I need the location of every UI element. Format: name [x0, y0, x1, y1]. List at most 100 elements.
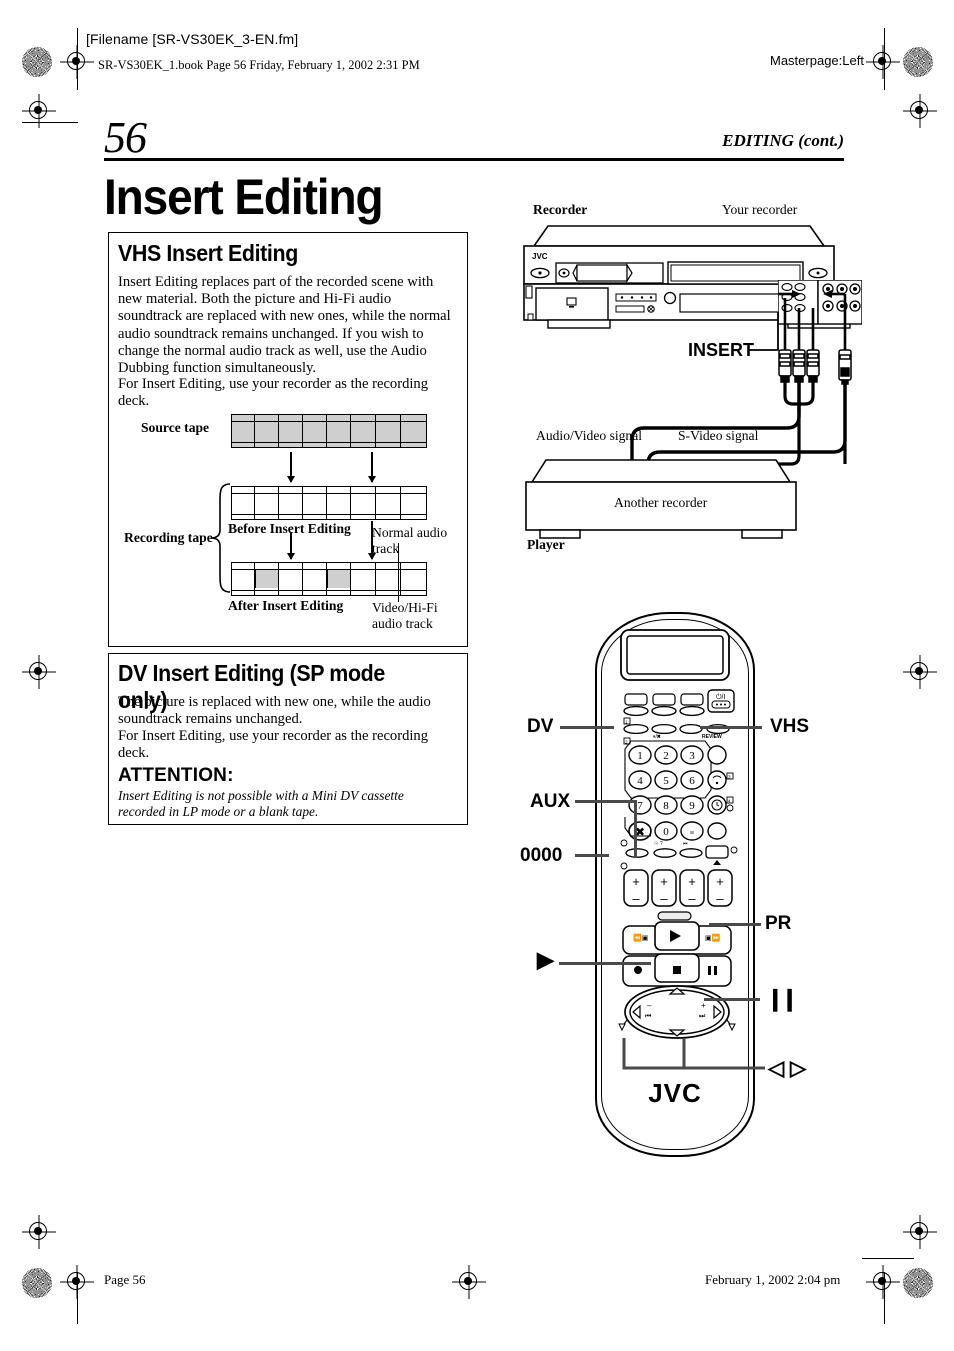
svg-text:REVIEW: REVIEW: [702, 734, 722, 740]
running-head: EDITING (cont.): [722, 131, 844, 150]
svg-text:⏸/✖: ⏸/✖: [653, 734, 661, 740]
svg-text:2: 2: [663, 750, 669, 762]
svg-text:3: 3: [728, 774, 731, 779]
vhs-leader-line: [700, 726, 762, 729]
svg-text:1: 1: [637, 750, 643, 762]
video-hifi-track-label: Video/Hi-Fi audio track: [372, 600, 438, 632]
play-callout: ▶: [537, 947, 554, 972]
dv-section-paragraph-2: For Insert Editing, use your recorder as…: [118, 728, 429, 762]
svg-text:▣⏩: ▣⏩: [705, 933, 721, 942]
page-number: 56: [104, 113, 147, 162]
svg-text:2: 2: [625, 739, 628, 744]
vhs-section-paragraph-2: For Insert Editing, use your recorder as…: [118, 376, 429, 410]
svg-text:JVC: JVC: [648, 1078, 702, 1108]
svg-text:+: +: [701, 1001, 706, 1010]
player-label: Player: [527, 537, 565, 552]
footer-right: February 1, 2002 2:04 pm: [705, 1272, 841, 1287]
book-header: SR-VS30EK_1.book Page 56 Friday, Februar…: [98, 58, 420, 72]
attention-body: Insert Editing is not possible with a Mi…: [118, 788, 404, 819]
header-rule: [104, 158, 844, 161]
recorder-label: Recorder: [533, 202, 588, 217]
masterpage-label: Masterpage:Left: [770, 53, 864, 68]
aux-leader-line: [575, 800, 637, 803]
svg-text:⏻/I: ⏻/I: [716, 693, 725, 701]
svg-text:8: 8: [663, 800, 669, 812]
svg-text:5: 5: [663, 775, 669, 787]
vhs-section-heading: VHS Insert Editing: [118, 240, 298, 266]
crop-mark-top-right: [866, 45, 900, 79]
insert-leader-line: [748, 312, 779, 351]
trim-line-left: [77, 28, 78, 90]
svg-text:≡: ≡: [689, 828, 694, 837]
normal-audio-track-line2: track: [372, 541, 400, 556]
vhs-section-paragraph: Insert Editing replaces part of the reco…: [118, 274, 451, 377]
svg-text:–: –: [632, 891, 640, 906]
zeros-callout: 0000: [520, 845, 563, 866]
svg-text:+: +: [688, 874, 696, 889]
svg-text:0: 0: [663, 826, 669, 838]
svg-text:⏮: ⏮: [645, 1013, 651, 1020]
your-recorder-label: Your recorder: [722, 202, 798, 217]
trim-line-top-left: [22, 122, 78, 123]
video-hifi-leader: [398, 566, 399, 602]
crop-mark-right-mid: [903, 655, 937, 689]
aux-leader-vertical: [634, 800, 637, 858]
svg-text:1: 1: [625, 719, 628, 724]
svideo-signal-label: S-Video signal: [678, 428, 759, 443]
svg-text:3: 3: [689, 750, 695, 762]
source-tape-strip: [231, 414, 427, 448]
pr-callout: PR: [765, 913, 792, 934]
recording-tape-label: Recording tape: [124, 530, 213, 545]
registration-dot-top-left: [22, 47, 52, 77]
left-right-leader-line: [622, 1038, 765, 1070]
crop-mark-bottom-center: [452, 1265, 486, 1299]
registration-dot-top-right: [903, 47, 933, 77]
aux-callout: AUX: [530, 791, 571, 812]
attention-heading: ATTENTION:: [118, 765, 234, 786]
document-page: [Filename [SR-VS30EK_3-EN.fm] SR-VS30EK_…: [0, 0, 954, 1351]
before-to-after-arrow-1: [287, 533, 294, 560]
crop-mark-right-lower: [903, 1215, 937, 1249]
dv-leader-line: [560, 726, 614, 729]
svg-text:9: 9: [689, 800, 695, 812]
before-insert-tape-strip: [231, 486, 427, 520]
source-to-before-arrow-1: [287, 452, 294, 483]
insert-callout: INSERT: [688, 340, 755, 360]
zeros-leader-line: [575, 854, 609, 857]
source-to-before-arrow-2: [368, 452, 375, 483]
crop-mark-right-upper: [903, 94, 937, 128]
registration-dot-bottom-left: [22, 1268, 52, 1298]
svg-text:+: +: [632, 874, 640, 889]
crop-mark-left-lower: [22, 1215, 56, 1249]
another-recorder-label: Another recorder: [614, 495, 708, 510]
page-title: Insert Editing: [104, 169, 384, 225]
registration-dot-bottom-right: [903, 1268, 933, 1298]
play-leader-line: [559, 962, 651, 965]
pr-leader-line: [709, 923, 761, 926]
pause-leader-line: [704, 998, 760, 1001]
svg-text:+: +: [716, 874, 724, 889]
video-hifi-track-line2: audio track: [372, 616, 433, 631]
svg-text:–: –: [688, 891, 696, 906]
svg-text:☉ ?: ☉ ?: [654, 841, 663, 847]
left-right-callout: ◁ ▷: [768, 1057, 807, 1080]
normal-audio-track-label: Normal audio track: [372, 525, 447, 557]
trim-line-left-bottom: [77, 1272, 78, 1324]
svg-text:⏭: ⏭: [699, 1013, 706, 1020]
svg-text:–: –: [660, 891, 668, 906]
filename-header: [Filename [SR-VS30EK_3-EN.fm]: [86, 31, 299, 47]
video-hifi-track-line1: Video/Hi-Fi: [372, 600, 438, 615]
svg-text:6: 6: [689, 775, 695, 787]
pause-callout: ❙❙: [766, 986, 799, 1011]
av-signal-label: Audio/Video signal: [536, 428, 643, 443]
svg-text:4: 4: [637, 775, 643, 787]
svg-text:JVC: JVC: [532, 252, 548, 261]
svg-text:⏮: ⏮: [683, 841, 688, 847]
svg-text:+: +: [660, 874, 668, 889]
svg-text:4: 4: [728, 798, 731, 803]
svg-text:–: –: [647, 1001, 652, 1010]
svg-text:–: –: [716, 891, 724, 906]
crop-mark-left-mid: [22, 655, 56, 689]
vhs-callout: VHS: [770, 716, 810, 737]
dv-section-paragraph: The picture is replaced with new one, wh…: [118, 694, 431, 728]
